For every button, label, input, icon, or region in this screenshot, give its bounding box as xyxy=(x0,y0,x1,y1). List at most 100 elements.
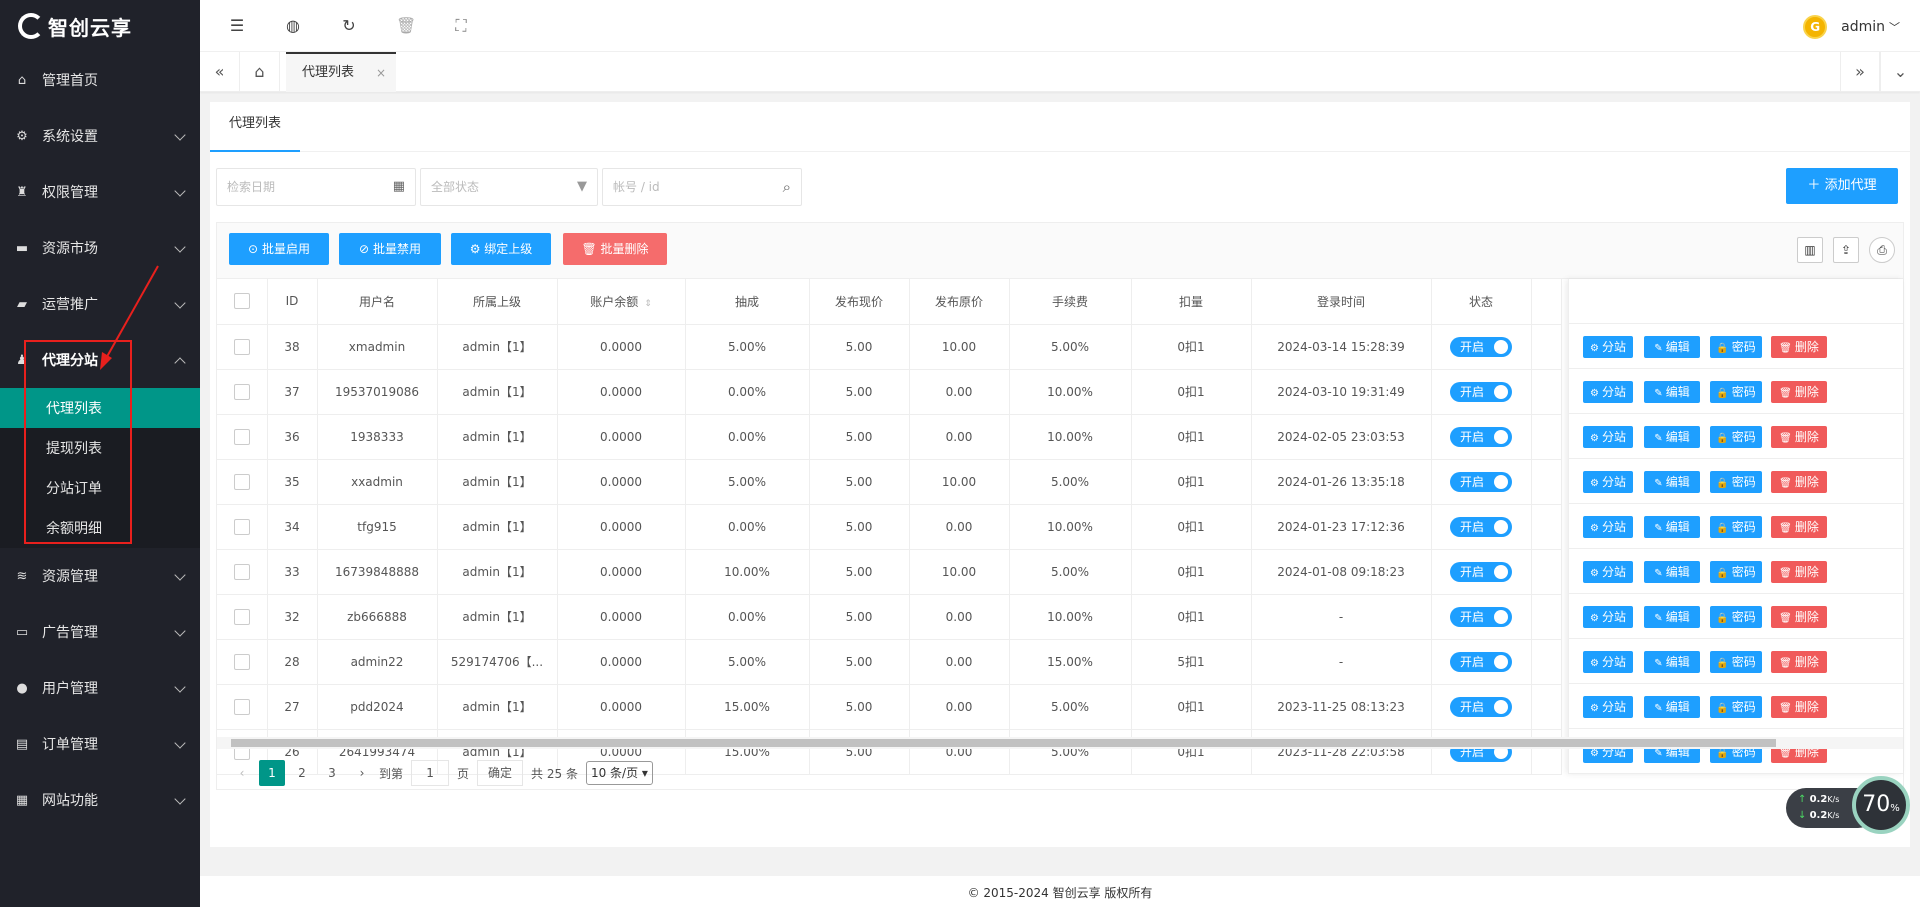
select-all-checkbox[interactable] xyxy=(233,293,250,310)
subsite-button[interactable]: ⚙ 分站 xyxy=(1583,696,1633,718)
subsite-button[interactable]: ⚙ 分站 xyxy=(1583,651,1633,673)
sidebar-item-6[interactable]: ≋ 资源管理 xyxy=(0,548,200,604)
delete-button[interactable]: 🗑 删除 xyxy=(1771,696,1827,718)
password-button[interactable]: 🔒 密码 xyxy=(1710,561,1762,583)
status-toggle[interactable]: 开启 xyxy=(1450,651,1512,672)
edit-button[interactable]: ✎ 编辑 xyxy=(1644,561,1700,583)
delete-button[interactable]: 🗑 删除 xyxy=(1771,336,1827,358)
delete-button[interactable]: 🗑 删除 xyxy=(1771,426,1827,448)
home-tab-icon[interactable]: ⌂ xyxy=(240,52,280,92)
trash-icon[interactable]: 🗑 xyxy=(396,17,416,35)
batch-enable-button[interactable]: ⊙ 批量启用 xyxy=(229,233,329,265)
page-1[interactable]: 1 xyxy=(259,760,285,786)
globe-icon[interactable]: ◍ xyxy=(284,17,302,35)
subsite-button[interactable]: ⚙ 分站 xyxy=(1583,516,1633,538)
delete-button[interactable]: 🗑 删除 xyxy=(1771,651,1827,673)
row-checkbox[interactable] xyxy=(233,338,250,355)
password-button[interactable]: 🔒 密码 xyxy=(1710,426,1762,448)
page-3[interactable]: 3 xyxy=(319,760,345,786)
password-button[interactable]: 🔒 密码 xyxy=(1710,696,1762,718)
password-button[interactable]: 🔒 密码 xyxy=(1710,471,1762,493)
row-checkbox[interactable] xyxy=(233,383,250,400)
tab-options-icon[interactable]: ⌄ xyxy=(1880,52,1920,92)
sidebar-item-0[interactable]: ⌂ 管理首页 xyxy=(0,52,200,108)
status-toggle[interactable]: 开启 xyxy=(1450,336,1512,357)
row-checkbox[interactable] xyxy=(233,428,250,445)
password-button[interactable]: 🔒 密码 xyxy=(1710,516,1762,538)
tab-agent-list[interactable]: 代理列表 × xyxy=(286,52,396,92)
sort-icon[interactable]: ⇕ xyxy=(644,299,652,309)
user-menu[interactable]: G admin ﹀ xyxy=(1803,15,1900,39)
column-header[interactable]: 账户余额 ⇕ xyxy=(557,279,686,325)
columns-icon[interactable]: ▥ xyxy=(1797,237,1823,263)
horizontal-scrollbar[interactable] xyxy=(217,737,1903,749)
memory-gauge[interactable]: 70% xyxy=(1852,776,1910,834)
prev-page-icon[interactable]: ‹ xyxy=(229,760,255,786)
edit-button[interactable]: ✎ 编辑 xyxy=(1644,696,1700,718)
delete-button[interactable]: 🗑 删除 xyxy=(1771,471,1827,493)
fullscreen-icon[interactable]: ⛶ xyxy=(452,17,470,35)
scrollbar-thumb[interactable] xyxy=(231,739,1776,747)
goto-confirm-button[interactable]: 确定 xyxy=(477,760,524,786)
logo[interactable]: 智创云享 xyxy=(0,0,200,52)
next-page-icon[interactable]: › xyxy=(349,760,375,786)
status-toggle[interactable]: 开启 xyxy=(1450,561,1512,582)
password-button[interactable]: 🔒 密码 xyxy=(1710,651,1762,673)
page-size-select[interactable]: 10 条/页 ▾ xyxy=(585,761,653,785)
subsite-button[interactable]: ⚙ 分站 xyxy=(1583,606,1633,628)
edit-button[interactable]: ✎ 编辑 xyxy=(1644,426,1700,448)
sidebar-item-1[interactable]: ⚙ 系统设置 xyxy=(0,108,200,164)
subsite-button[interactable]: ⚙ 分站 xyxy=(1583,426,1633,448)
delete-button[interactable]: 🗑 删除 xyxy=(1771,606,1827,628)
row-checkbox[interactable] xyxy=(233,473,250,490)
scroll-right-icon[interactable]: » xyxy=(1840,52,1880,92)
sidebar-item-8[interactable]: ● 用户管理 xyxy=(0,660,200,716)
collapse-menu-icon[interactable]: ☰ xyxy=(228,17,246,35)
date-filter[interactable]: 检索日期 ▦ xyxy=(216,168,416,206)
refresh-icon[interactable]: ↻ xyxy=(340,17,358,35)
add-agent-button[interactable]: ＋ 添加代理 xyxy=(1786,168,1898,204)
edit-button[interactable]: ✎ 编辑 xyxy=(1644,471,1700,493)
row-checkbox[interactable] xyxy=(233,653,250,670)
status-toggle[interactable]: 开启 xyxy=(1450,381,1512,402)
status-toggle[interactable]: 开启 xyxy=(1450,696,1512,717)
export-icon[interactable]: ⇪ xyxy=(1833,237,1859,263)
sidebar-item-9[interactable]: ▤ 订单管理 xyxy=(0,716,200,772)
delete-button[interactable]: 🗑 删除 xyxy=(1771,516,1827,538)
print-icon[interactable]: ⎙ xyxy=(1869,237,1895,263)
status-select[interactable]: 全部状态 ▼ xyxy=(420,168,598,206)
status-toggle[interactable]: 开启 xyxy=(1450,516,1512,537)
goto-page-input[interactable]: 1 xyxy=(411,760,450,786)
status-toggle[interactable]: 开启 xyxy=(1450,426,1512,447)
edit-button[interactable]: ✎ 编辑 xyxy=(1644,381,1700,403)
subsite-button[interactable]: ⚙ 分站 xyxy=(1583,561,1633,583)
delete-button[interactable]: 🗑 删除 xyxy=(1771,561,1827,583)
edit-button[interactable]: ✎ 编辑 xyxy=(1644,516,1700,538)
delete-button[interactable]: 🗑 删除 xyxy=(1771,381,1827,403)
search-input[interactable]: 帐号 / id ⌕ xyxy=(602,168,802,206)
batch-delete-button[interactable]: 🗑 批量删除 xyxy=(563,233,667,265)
edit-button[interactable]: ✎ 编辑 xyxy=(1644,651,1700,673)
page-2[interactable]: 2 xyxy=(289,760,315,786)
password-button[interactable]: 🔒 密码 xyxy=(1710,381,1762,403)
password-button[interactable]: 🔒 密码 xyxy=(1710,606,1762,628)
bind-parent-button[interactable]: ⚙ 绑定上级 xyxy=(451,233,551,265)
status-toggle[interactable]: 开启 xyxy=(1450,606,1512,627)
subsite-button[interactable]: ⚙ 分站 xyxy=(1583,471,1633,493)
scroll-left-icon[interactable]: « xyxy=(200,52,240,92)
password-button[interactable]: 🔒 密码 xyxy=(1710,336,1762,358)
batch-disable-button[interactable]: ⊘ 批量禁用 xyxy=(339,233,441,265)
row-checkbox[interactable] xyxy=(233,563,250,580)
row-checkbox[interactable] xyxy=(233,608,250,625)
edit-button[interactable]: ✎ 编辑 xyxy=(1644,606,1700,628)
edit-button[interactable]: ✎ 编辑 xyxy=(1644,336,1700,358)
search-icon[interactable]: ⌕ xyxy=(783,169,791,205)
sidebar-item-7[interactable]: ▭ 广告管理 xyxy=(0,604,200,660)
subsite-button[interactable]: ⚙ 分站 xyxy=(1583,381,1633,403)
close-icon[interactable]: × xyxy=(376,54,386,92)
status-toggle[interactable]: 开启 xyxy=(1450,471,1512,492)
row-checkbox[interactable] xyxy=(233,518,250,535)
sidebar-item-2[interactable]: ♜ 权限管理 xyxy=(0,164,200,220)
subsite-button[interactable]: ⚙ 分站 xyxy=(1583,336,1633,358)
row-checkbox[interactable] xyxy=(233,698,250,715)
